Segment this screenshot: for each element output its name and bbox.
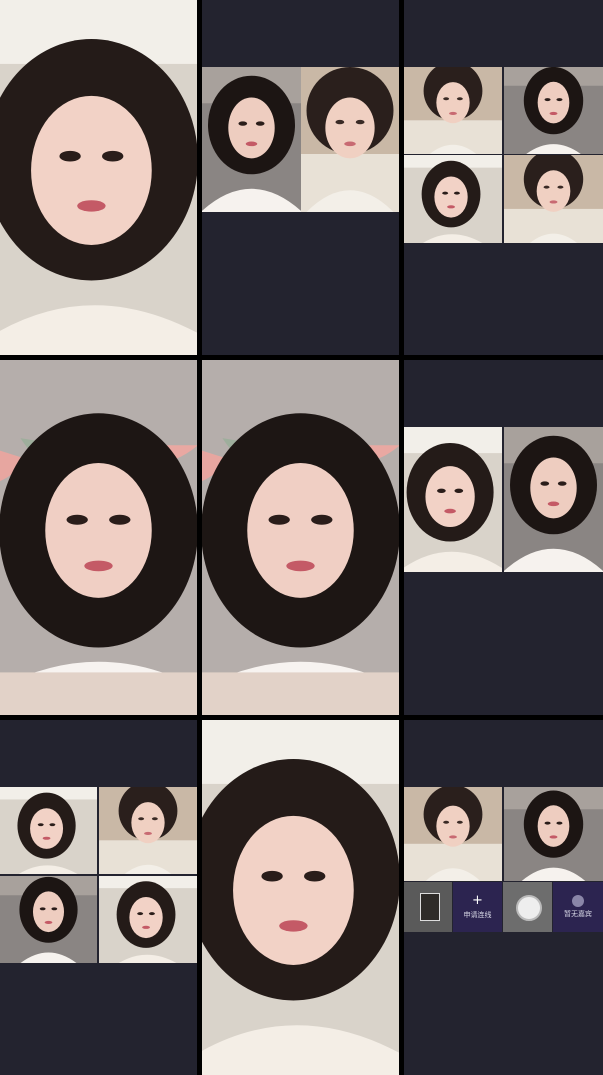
cohost-thumb-2[interactable]	[503, 882, 552, 932]
no-guest-slot[interactable]: 暂无嘉宾	[553, 882, 603, 932]
participant-video[interactable]	[0, 876, 97, 963]
participant-video-frame	[504, 67, 603, 154]
participant-video[interactable]	[202, 360, 399, 715]
grid-cell-8[interactable]	[202, 720, 399, 1075]
participant-video-frame	[202, 360, 399, 715]
participant-video-frame	[504, 427, 603, 572]
participant-video[interactable]	[404, 67, 502, 154]
no-guest-label: 暂无嘉宾	[564, 910, 592, 918]
grid-cell-4[interactable]	[0, 360, 197, 715]
grid-cell-6[interactable]	[404, 360, 603, 715]
participant-video[interactable]	[202, 67, 301, 212]
grid-cell-7[interactable]	[0, 720, 197, 1075]
person-icon	[572, 895, 584, 907]
apply-link-label: 申请连线	[463, 911, 492, 919]
cohost-thumb-1[interactable]	[404, 882, 452, 932]
participant-video-frame	[301, 67, 399, 212]
participant-video-frame	[0, 787, 97, 874]
participant-video-frame	[202, 67, 301, 212]
grid-cell-3[interactable]	[404, 0, 603, 355]
apply-link-button[interactable]: + 申请连线	[453, 882, 502, 932]
participant-video[interactable]	[0, 0, 197, 355]
participant-video[interactable]	[0, 360, 197, 715]
participant-video-frame	[99, 787, 197, 874]
participant-video-frame	[404, 427, 502, 572]
participant-video[interactable]	[504, 787, 603, 881]
avatar	[420, 893, 440, 921]
participant-video-frame	[404, 787, 502, 881]
participant-video-frame	[0, 876, 97, 963]
participant-video-frame	[0, 0, 197, 355]
participant-video[interactable]	[504, 427, 603, 572]
participant-video[interactable]	[404, 155, 502, 243]
participant-video-frame	[504, 787, 603, 881]
participant-video-frame	[404, 155, 502, 243]
participant-video[interactable]	[0, 787, 97, 874]
participant-video[interactable]	[99, 876, 197, 963]
participant-video-frame	[404, 67, 502, 154]
avatar	[516, 895, 542, 921]
participant-video-frame	[99, 876, 197, 963]
participant-video[interactable]	[504, 155, 603, 243]
participant-video[interactable]	[301, 67, 399, 212]
participant-video[interactable]	[99, 787, 197, 874]
participant-video-frame	[0, 360, 197, 715]
grid-cell-2[interactable]	[202, 0, 399, 355]
grid-cell-5[interactable]	[202, 360, 399, 715]
participant-video-frame	[504, 155, 603, 243]
participant-video-frame	[202, 720, 399, 1075]
participant-video[interactable]	[404, 787, 502, 881]
cohost-bar: + 申请连线 暂无嘉宾	[404, 882, 603, 932]
participant-video[interactable]	[404, 427, 502, 572]
participant-video[interactable]	[202, 720, 399, 1075]
plus-icon: +	[472, 893, 483, 908]
grid-cell-1[interactable]	[0, 0, 197, 355]
participant-video[interactable]	[504, 67, 603, 154]
